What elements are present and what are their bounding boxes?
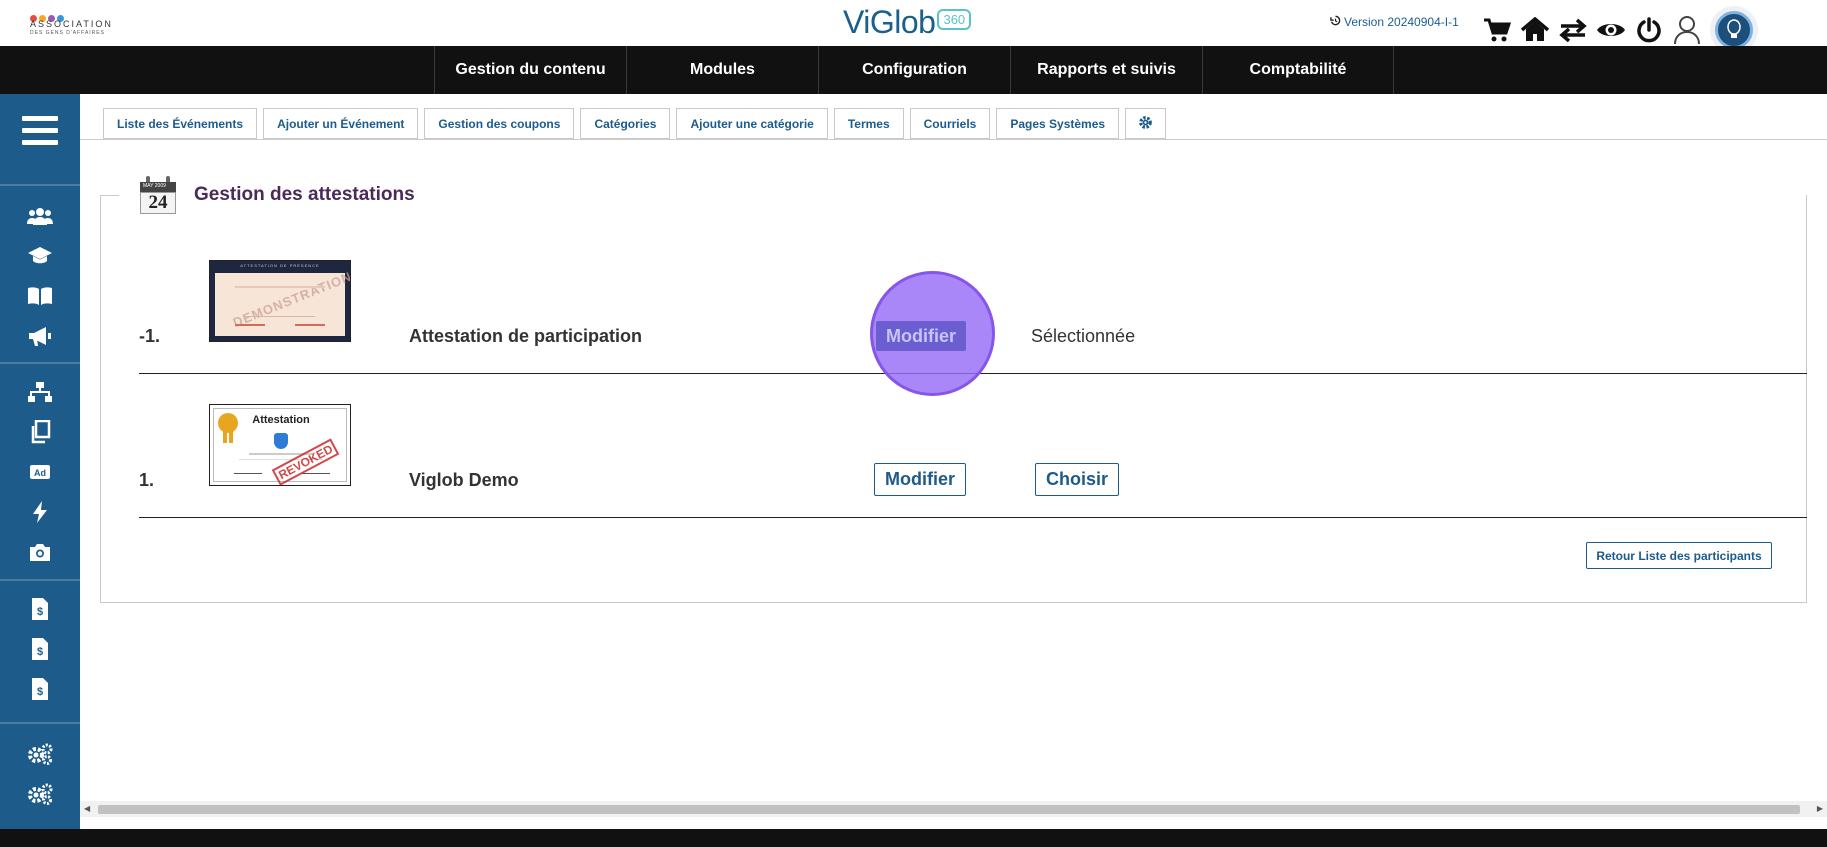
ad-icon[interactable]: Ad: [25, 459, 55, 485]
bolt-icon[interactable]: [25, 499, 55, 525]
status-selected: Sélectionnée: [1031, 326, 1136, 346]
calendar-icon: MAY 2009 24: [138, 172, 178, 218]
svg-text:$: $: [37, 646, 43, 658]
profile-badge-icon: [1715, 11, 1753, 49]
cogs-icon[interactable]: [25, 741, 55, 767]
attestation-name: Viglob Demo: [409, 470, 519, 490]
brand-badge: 360: [937, 8, 972, 30]
horizontal-scrollbar[interactable]: ◀ ▶: [80, 801, 1827, 817]
svg-text:$: $: [37, 606, 43, 618]
sidebar-divider: [0, 362, 80, 364]
users-icon[interactable]: [25, 203, 55, 229]
power-icon[interactable]: [1634, 15, 1664, 45]
copy-icon[interactable]: [25, 419, 55, 445]
attestation-thumbnail[interactable]: ATTESTATION DE PRÉSENCE DEMONSTRATION: [209, 260, 351, 342]
certificate-page: ATTESTATION DE PRÉSENCE DEMONSTRATION: [215, 263, 350, 336]
modifier-button[interactable]: Modifier: [874, 463, 966, 496]
hamburger-menu-icon[interactable]: [22, 116, 58, 146]
sidebar-divider: [0, 722, 80, 724]
nav-rapports-suivis[interactable]: Rapports et suivis: [1010, 46, 1202, 94]
version-text: Version 20240904-I-1: [1344, 15, 1459, 29]
subtabs-bar: Liste des Événements Ajouter un Événemen…: [80, 94, 1827, 140]
thumb-title: ATTESTATION DE PRÉSENCE: [240, 263, 320, 268]
tab-pages-systemes[interactable]: Pages Systèmes: [996, 108, 1120, 139]
panel-header: MAY 2009 24 Gestion des attestations: [138, 172, 423, 218]
scrollbar-thumb[interactable]: [98, 805, 1800, 814]
sitemap-icon[interactable]: [25, 379, 55, 405]
top-bar: ASSOCIATION DES GENS D'AFFAIRES ViGlob 3…: [0, 0, 1827, 54]
cogs-icon[interactable]: [25, 781, 55, 807]
thumb-watermark: DEMONSTRATION: [230, 268, 351, 331]
graduation-cap-icon[interactable]: [25, 243, 55, 269]
book-icon[interactable]: [25, 283, 55, 309]
calendar-day: 24: [140, 192, 176, 214]
version-label: Version 20240904-I-1: [1330, 15, 1459, 29]
svg-text:$: $: [37, 686, 43, 698]
sidebar-divider: [0, 579, 80, 581]
sidebar: Ad $ $ $: [0, 94, 80, 829]
modifier-button[interactable]: Modifier: [876, 321, 966, 351]
invoice-icon[interactable]: $: [25, 596, 55, 622]
tab-categories[interactable]: Catégories: [580, 108, 671, 139]
brand-name: ViGlob: [843, 3, 936, 40]
user-icon[interactable]: [1672, 15, 1702, 45]
sidebar-divider: [0, 184, 80, 186]
tab-gestion-coupons[interactable]: Gestion des coupons: [424, 108, 575, 139]
swap-icon[interactable]: [1558, 15, 1588, 45]
svg-text:Ad: Ad: [34, 468, 46, 478]
nav-configuration[interactable]: Configuration: [818, 46, 1010, 94]
tab-settings[interactable]: [1125, 108, 1167, 139]
attestation-name: Attestation de participation: [409, 326, 643, 346]
calendar-month: MAY 2009: [143, 183, 166, 189]
attestation-thumbnail[interactable]: Attestation REVOKED: [209, 404, 351, 486]
main-nav: Gestion du contenu Modules Configuration…: [0, 46, 1827, 94]
choisir-button[interactable]: Choisir: [1035, 463, 1119, 496]
camera-icon[interactable]: [25, 539, 55, 565]
nav-modules[interactable]: Modules: [626, 46, 818, 94]
bottom-bar: [0, 829, 1827, 847]
ribbon-icon: [218, 413, 238, 433]
org-logo[interactable]: ASSOCIATION DES GENS D'AFFAIRES: [30, 9, 130, 39]
invoice-icon[interactable]: $: [25, 676, 55, 702]
cart-icon[interactable]: [1482, 15, 1512, 45]
tab-courriels[interactable]: Courriels: [909, 108, 991, 139]
home-icon[interactable]: [1520, 15, 1550, 45]
nav-gestion-contenu[interactable]: Gestion du contenu: [434, 46, 626, 94]
tab-termes[interactable]: Termes: [833, 108, 904, 139]
org-name: ASSOCIATION: [30, 19, 113, 29]
page-title: Gestion des attestations: [194, 184, 415, 205]
attestation-row: 1. Attestation REVOKED Viglob Demo Modif…: [139, 374, 1807, 518]
invoice-icon[interactable]: $: [25, 636, 55, 662]
nav-comptabilite[interactable]: Comptabilité: [1202, 46, 1394, 94]
row-number: -1.: [139, 326, 161, 346]
history-icon: [1330, 15, 1341, 29]
megaphone-icon[interactable]: [25, 323, 55, 349]
eye-icon[interactable]: [1596, 15, 1626, 45]
tab-liste-evenements[interactable]: Liste des Événements: [103, 108, 258, 139]
scroll-left-icon[interactable]: ◀: [84, 804, 90, 813]
brand-logo[interactable]: ViGlob 360: [843, 3, 972, 40]
return-participants-button[interactable]: Retour Liste des participants: [1586, 542, 1772, 569]
tab-ajouter-evenement[interactable]: Ajouter un Événement: [263, 108, 419, 139]
row-number: 1.: [139, 470, 155, 490]
shield-icon: [274, 433, 288, 449]
gear-icon: [1138, 115, 1153, 133]
scroll-right-icon[interactable]: ▶: [1817, 804, 1823, 813]
certificate-page: Attestation REVOKED: [213, 408, 347, 485]
tab-ajouter-categorie[interactable]: Ajouter une catégorie: [676, 108, 828, 139]
org-subtitle: DES GENS D'AFFAIRES: [30, 30, 105, 36]
